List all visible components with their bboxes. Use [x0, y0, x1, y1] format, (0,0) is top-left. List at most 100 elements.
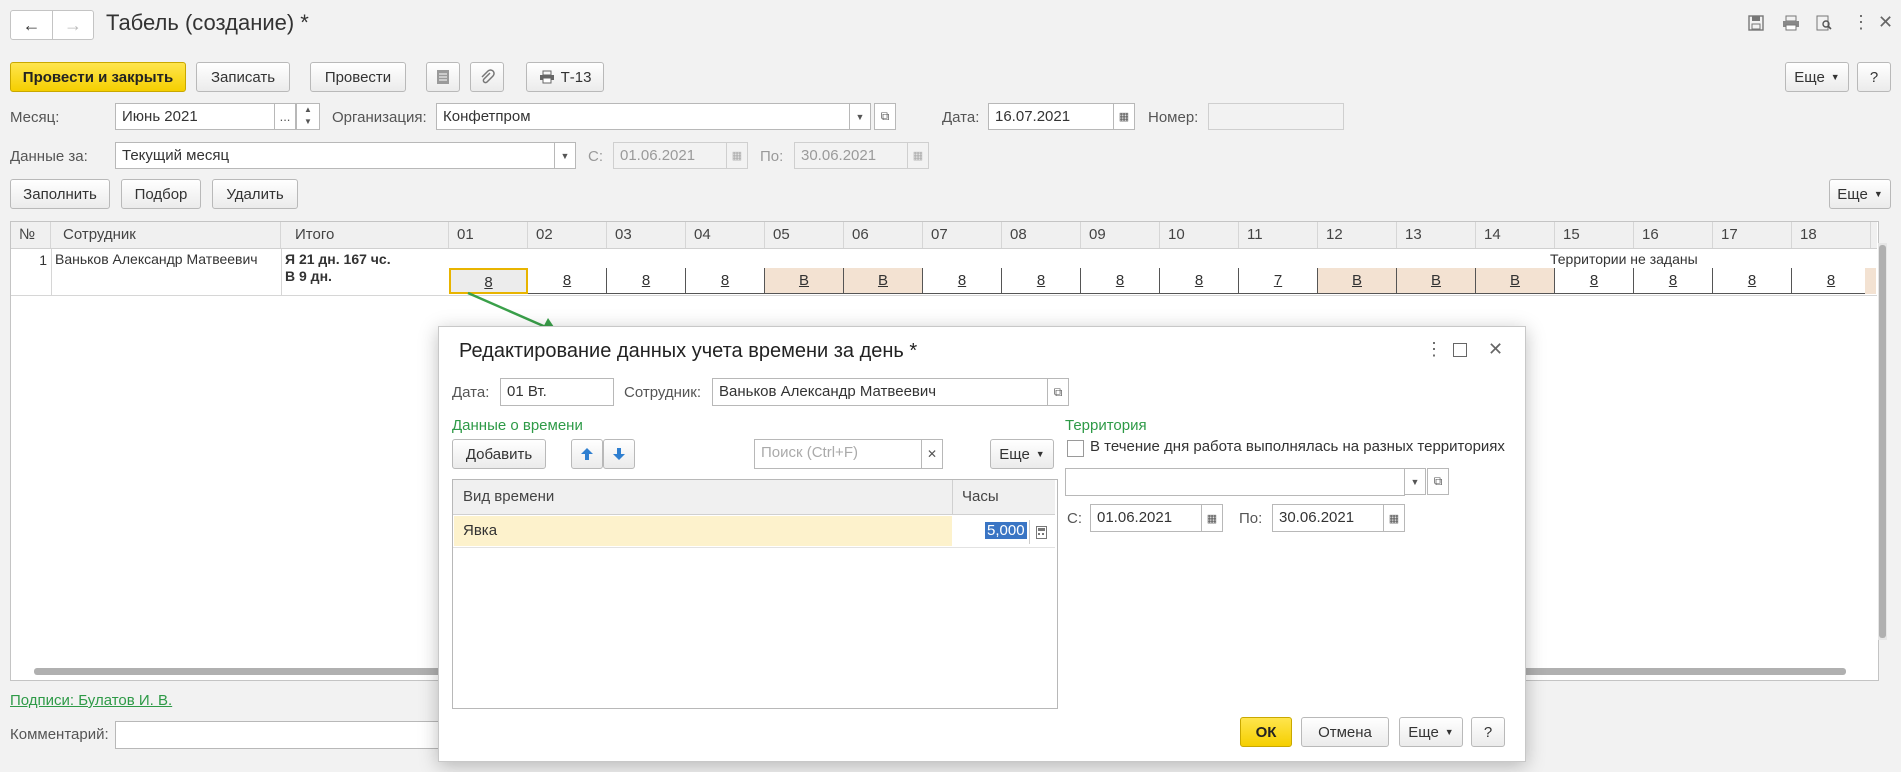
territory-to-field[interactable]: 30.06.2021	[1272, 504, 1384, 532]
col-header-day[interactable]: 12	[1318, 222, 1397, 248]
day-value-cell[interactable]: В	[844, 268, 923, 294]
row-employee[interactable]: Ваньков Александр Матвеевич	[55, 251, 258, 267]
data-for-dropdown-icon[interactable]: ▼	[554, 142, 576, 169]
period-from-calendar-icon[interactable]: ▦	[726, 142, 748, 169]
search-clear-icon[interactable]: ✕	[921, 439, 943, 469]
day-value-cell[interactable]: В	[765, 268, 844, 294]
col-header-day[interactable]: 04	[686, 222, 765, 248]
move-up-button[interactable]	[571, 439, 603, 469]
organization-dropdown-icon[interactable]: ▼	[849, 103, 871, 130]
col-header-day[interactable]: 14	[1476, 222, 1555, 248]
col-header-day[interactable]: 17	[1713, 222, 1792, 248]
vertical-scrollbar[interactable]	[1878, 243, 1887, 640]
period-to-field[interactable]: 30.06.2021	[794, 142, 908, 169]
territory-field[interactable]	[1065, 468, 1405, 496]
table-more-button[interactable]: Еще ▼	[1829, 179, 1891, 209]
col-header-day[interactable]: 18	[1792, 222, 1871, 248]
col-header-total[interactable]: Итого	[281, 222, 449, 248]
organization-open-icon[interactable]: ⧉	[874, 103, 896, 130]
territory-from-calendar-icon[interactable]: ▦	[1201, 504, 1223, 532]
dialog-employee-field[interactable]: Ваньков Александр Матвеевич	[712, 378, 1048, 406]
col-header-day[interactable]: 11	[1239, 222, 1318, 248]
fill-button[interactable]: Заполнить	[10, 179, 110, 209]
more-vertical-icon[interactable]: ⋮	[1852, 12, 1870, 33]
maximize-icon[interactable]	[1453, 343, 1467, 357]
col-header-hours[interactable]: Часы	[962, 488, 999, 505]
col-header-time-type[interactable]: Вид времени	[463, 488, 554, 505]
delete-button[interactable]: Удалить	[212, 179, 298, 209]
back-arrow-icon[interactable]: ←	[11, 11, 53, 39]
attachment-button[interactable]	[470, 62, 504, 92]
document-list-button[interactable]	[426, 62, 460, 92]
col-header-day[interactable]: 08	[1002, 222, 1081, 248]
day-value-cell[interactable]: В	[1318, 268, 1397, 294]
print-t13-button[interactable]: Т-13	[526, 62, 604, 92]
day-value-cell[interactable]: 8	[1792, 268, 1871, 294]
more-vertical-icon[interactable]: ⋮	[1425, 339, 1443, 360]
day-value-cell[interactable]: 8	[923, 268, 1002, 294]
preview-icon[interactable]	[1816, 15, 1832, 31]
ok-button[interactable]: ОК	[1240, 717, 1292, 747]
search-input[interactable]: Поиск (Ctrl+F)	[754, 439, 922, 469]
add-button[interactable]: Добавить	[452, 439, 546, 469]
signatures-link[interactable]: Подписи: Булатов И. В.	[10, 692, 172, 709]
time-row-hours[interactable]: 5,000	[985, 522, 1027, 539]
dialog-more-button[interactable]: Еще ▼	[990, 439, 1054, 469]
col-header-day[interactable]: 10	[1160, 222, 1239, 248]
col-header-day[interactable]: 13	[1397, 222, 1476, 248]
cancel-button[interactable]: Отмена	[1301, 717, 1389, 747]
comment-field[interactable]	[115, 721, 475, 749]
month-field[interactable]: Июнь 2021	[115, 103, 275, 130]
save-disk-icon[interactable]	[1748, 15, 1764, 31]
data-for-field[interactable]: Текущий месяц	[115, 142, 555, 169]
employee-open-icon[interactable]: ⧉	[1047, 378, 1069, 406]
day-value-cell[interactable]: 8	[1002, 268, 1081, 294]
dialog-close-icon[interactable]: ✕	[1488, 339, 1503, 360]
dialog-bottom-more-button[interactable]: Еще ▼	[1399, 717, 1463, 747]
select-button[interactable]: Подбор	[121, 179, 201, 209]
day-value-cell[interactable]: 7	[1239, 268, 1318, 294]
time-row-type[interactable]: Явка	[463, 522, 497, 539]
scrollbar-thumb[interactable]	[1879, 245, 1886, 638]
territory-dropdown-icon[interactable]: ▼	[1404, 468, 1426, 495]
territory-open-icon[interactable]: ⧉	[1427, 468, 1449, 495]
day-value-cell[interactable]: 8	[1634, 268, 1713, 294]
col-header-day[interactable]: 01	[449, 222, 528, 248]
number-field[interactable]	[1208, 103, 1344, 130]
col-header-num[interactable]: №	[11, 222, 51, 248]
territory-from-field[interactable]: 01.06.2021	[1090, 504, 1202, 532]
multi-territory-label[interactable]: В течение дня работа выполнялась на разн…	[1090, 438, 1505, 455]
period-from-field[interactable]: 01.06.2021	[613, 142, 727, 169]
dialog-help-button[interactable]: ?	[1471, 717, 1505, 747]
day-value-cell[interactable]: 8	[1555, 268, 1634, 294]
post-button[interactable]: Провести	[310, 62, 406, 92]
calendar-icon[interactable]: ▦	[1113, 103, 1135, 130]
multi-territory-checkbox[interactable]	[1067, 440, 1084, 457]
help-button[interactable]: ?	[1857, 62, 1891, 92]
date-field[interactable]: 16.07.2021	[988, 103, 1114, 130]
col-header-day[interactable]: 06	[844, 222, 923, 248]
move-down-button[interactable]	[603, 439, 635, 469]
day-value-cell[interactable]: 8	[1081, 268, 1160, 294]
close-icon[interactable]: ✕	[1878, 12, 1893, 33]
col-header-day[interactable]: 16	[1634, 222, 1713, 248]
col-header-employee[interactable]: Сотрудник	[51, 222, 281, 248]
day-value-cell[interactable]: 8	[686, 268, 765, 294]
day-value-cell[interactable]: 8	[607, 268, 686, 294]
col-header-day[interactable]: 09	[1081, 222, 1160, 248]
col-header-day[interactable]: 15	[1555, 222, 1634, 248]
month-select-button[interactable]: ...	[274, 103, 296, 130]
forward-arrow-icon[interactable]: →	[53, 11, 93, 39]
post-and-close-button[interactable]: Провести и закрыть	[10, 62, 186, 92]
dialog-date-field[interactable]: 01 Вт.	[500, 378, 614, 406]
print-icon[interactable]	[1782, 15, 1800, 31]
day-value-cell[interactable]: В	[1476, 268, 1555, 294]
period-to-calendar-icon[interactable]: ▦	[907, 142, 929, 169]
col-header-day[interactable]: 05	[765, 222, 844, 248]
day-value-cell[interactable]: В	[1397, 268, 1476, 294]
more-button[interactable]: Еще ▼	[1785, 62, 1849, 92]
day-value-cell[interactable]: 8	[1713, 268, 1792, 294]
day-value-cell[interactable]: 8	[1160, 268, 1239, 294]
organization-field[interactable]: Конфетпром	[436, 103, 850, 130]
territory-to-calendar-icon[interactable]: ▦	[1383, 504, 1405, 532]
